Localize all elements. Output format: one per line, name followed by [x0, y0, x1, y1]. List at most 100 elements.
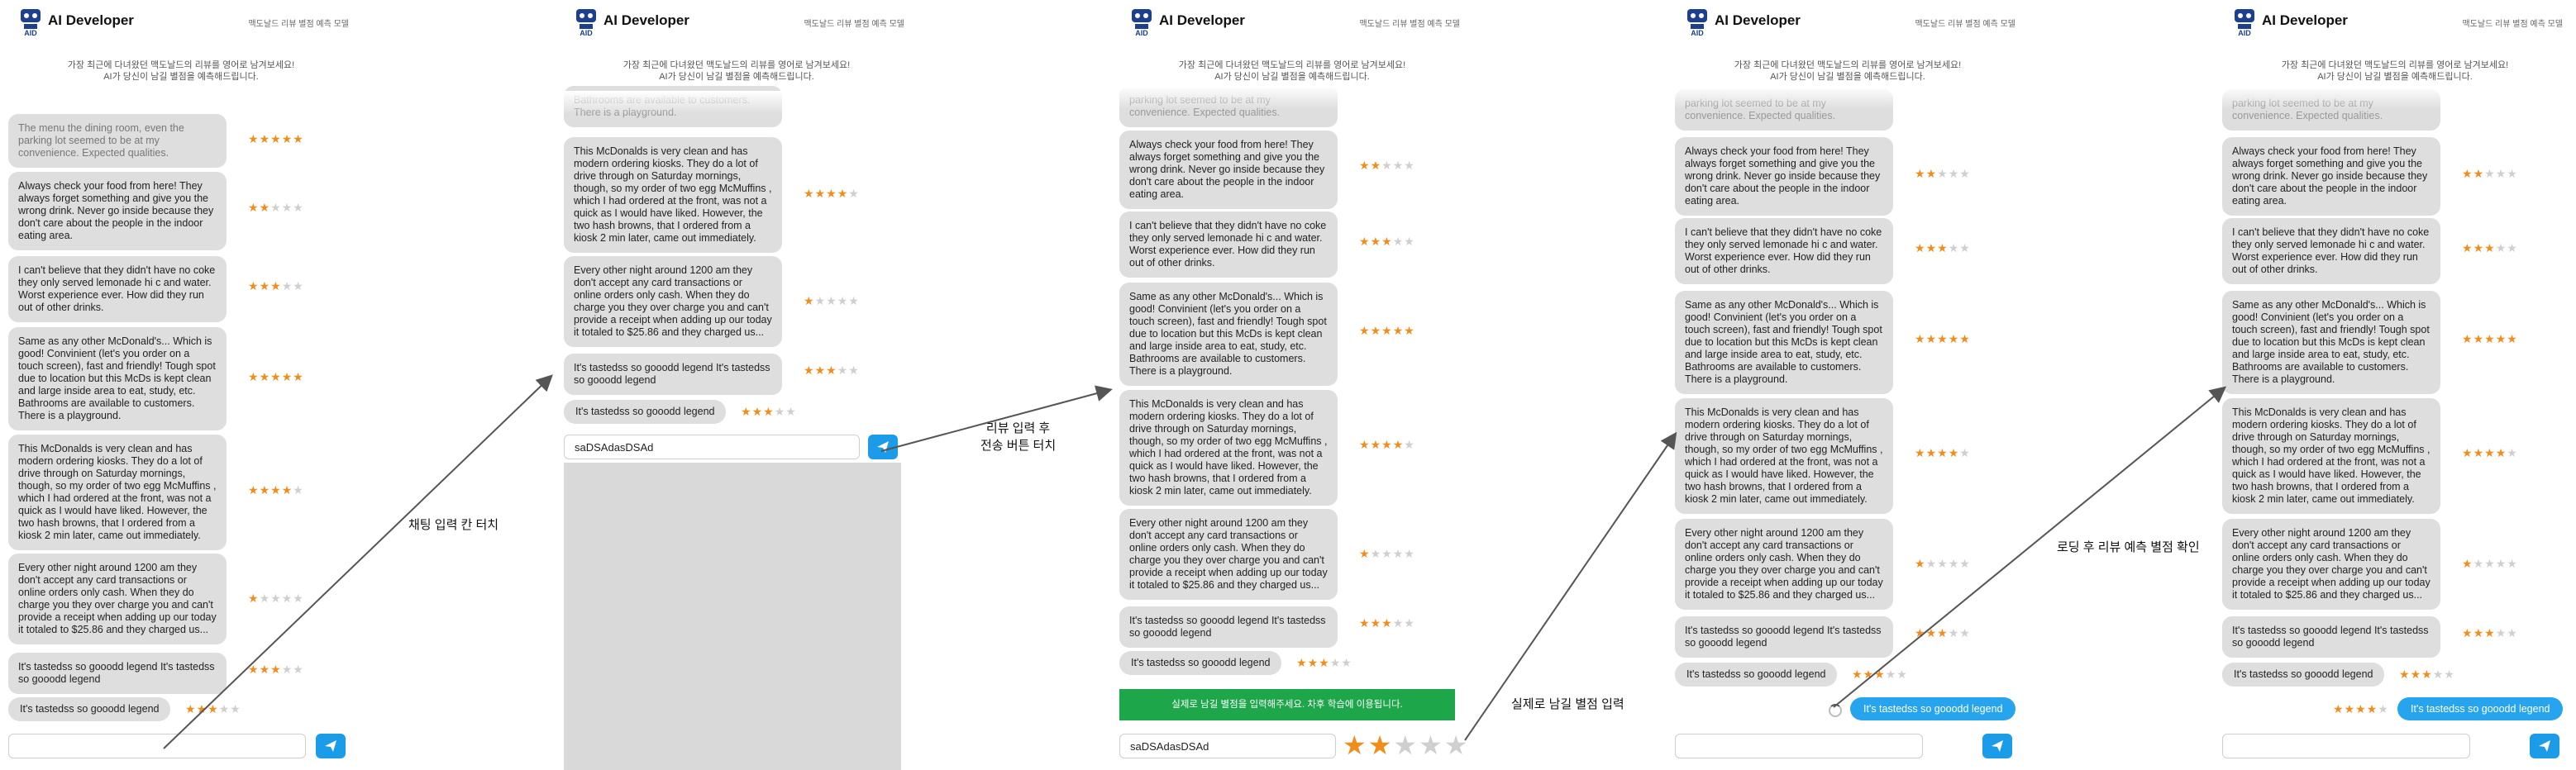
star-filled-icon: ★ [1915, 241, 1926, 254]
svg-text:AID: AID [1691, 29, 1704, 36]
star-filled-icon: ★ [281, 370, 293, 383]
review-bubble: It's tastedss so gooodd legend [8, 697, 171, 721]
svg-text:AID: AID [24, 29, 37, 36]
screen-3: AID AI Developer 맥도날드 리뷰 별점 예측 모델 가장 최근에… [1111, 0, 1473, 770]
star-filled-icon: ★ [1319, 656, 1330, 669]
chat-input[interactable]: saDSAdasDSAd [1119, 734, 1336, 758]
robot-logo-icon: AID [21, 9, 41, 36]
star-filled-icon: ★ [804, 294, 815, 307]
star-rating: ★★★★★ [2462, 446, 2518, 460]
star-empty-icon: ★ [281, 592, 293, 605]
user-star-rating-input[interactable]: ★★★★★ [1343, 732, 1469, 758]
star-filled-icon: ★ [1359, 159, 1371, 172]
chat-input[interactable] [8, 734, 306, 758]
star-empty-icon: ★ [2507, 557, 2518, 570]
review-bubble: I can't believe that they didn't have no… [1119, 212, 1338, 278]
star-empty-icon: ★ [1381, 159, 1393, 172]
star-filled-icon: ★ [2344, 702, 2356, 715]
review-bubble: Every other night around 1200 am they do… [8, 554, 227, 644]
send-button[interactable] [1982, 734, 2012, 758]
chat-input[interactable]: saDSAdasDSAd [564, 435, 860, 459]
screen-5: AID AI Developer 맥도날드 리뷰 별점 예측 모델 가장 최근에… [2214, 0, 2576, 770]
star-filled-icon: ★ [1937, 332, 1949, 345]
star-filled-icon: ★ [1370, 616, 1382, 630]
star-filled-icon: ★ [1915, 626, 1926, 639]
star-filled-icon: ★ [1852, 668, 1863, 681]
intro-text: 가장 최근에 다녀왔던 맥도날드의 리뷰를 영어로 남겨보세요! AI가 당신이 … [1734, 60, 1962, 82]
star-filled-icon: ★ [185, 702, 197, 715]
review-bubble: The menu the dining room, even the parki… [8, 114, 227, 168]
star-empty-icon: ★ [774, 405, 786, 418]
star-rating: ★★★★★ [1359, 616, 1415, 630]
star-filled-icon: ★ [1915, 557, 1926, 570]
star-empty-icon: ★ [293, 663, 304, 676]
star-empty-icon: ★ [2507, 446, 2518, 459]
star-empty-icon: ★ [826, 294, 837, 307]
star-filled-icon: ★ [1370, 159, 1382, 172]
star-filled-icon: ★ [1915, 332, 1926, 345]
star-empty-icon: ★ [281, 279, 293, 292]
send-button[interactable] [316, 734, 346, 758]
star-empty-icon: ★ [1392, 159, 1405, 172]
star-filled-icon: ★ [248, 483, 260, 497]
on-screen-keyboard[interactable] [564, 463, 901, 770]
app-title: AI Developer [1715, 12, 1801, 28]
review-bubble: Always check your food from here! They a… [1119, 131, 1338, 209]
star-filled-icon: ★ [2473, 332, 2485, 345]
app-subtitle: 맥도날드 리뷰 별점 예측 모델 [1359, 20, 1460, 29]
review-bubble: Same as any other McDonald's... Which is… [8, 327, 227, 430]
svg-text:AID: AID [2238, 29, 2251, 36]
star-empty-icon: ★ [2495, 626, 2507, 639]
star-rating: ★★★★★ [2462, 241, 2518, 255]
scroll-fade [556, 91, 918, 114]
star-empty-icon[interactable]: ★ [1444, 730, 1470, 760]
predicted-star-rating: ★★★★★ [2333, 702, 2389, 716]
chat-input[interactable] [2222, 734, 2470, 758]
star-rating: ★★★★★ [185, 702, 241, 716]
review-bubble: Always check your food from here! They a… [8, 172, 227, 250]
star-empty-icon: ★ [1959, 167, 1971, 180]
star-filled-icon: ★ [2399, 668, 2411, 681]
review-bubble: It's tastedss so gooodd legend [1675, 663, 1838, 687]
app-subtitle: 맥도날드 리뷰 별점 예측 모델 [1915, 20, 2015, 29]
review-bubble: I can't believe that they didn't have no… [2222, 218, 2440, 284]
star-filled-icon[interactable]: ★ [1368, 730, 1394, 760]
star-filled-icon: ★ [2473, 167, 2485, 180]
chat-input[interactable] [1675, 734, 1923, 758]
app-header: AID AI Developer 맥도날드 리뷰 별점 예측 모델 [1667, 0, 2029, 41]
star-filled-icon: ★ [270, 483, 282, 497]
star-empty-icon: ★ [1404, 159, 1415, 172]
star-empty-icon: ★ [1948, 557, 1960, 570]
star-filled-icon: ★ [1937, 446, 1949, 459]
star-empty-icon[interactable]: ★ [1419, 730, 1444, 760]
star-empty-icon[interactable]: ★ [1393, 730, 1419, 760]
intro-text: 가장 최근에 다녀왔던 맥도날드의 리뷰를 영어로 남겨보세요! AI가 당신이 … [1178, 60, 1406, 82]
star-filled-icon: ★ [1359, 438, 1371, 451]
app-header: AID AI Developer 맥도날드 리뷰 별점 예측 모델 [0, 0, 362, 41]
star-filled-icon: ★ [2366, 702, 2378, 715]
star-filled-icon: ★ [2473, 241, 2485, 254]
star-filled-icon: ★ [293, 370, 304, 383]
review-bubble: It's tastedss so gooodd legend It's tast… [8, 653, 227, 694]
review-bubble: Same as any other McDonald's... Which is… [1675, 291, 1893, 394]
star-filled-icon: ★ [1948, 446, 1960, 459]
star-filled-icon: ★ [1307, 656, 1319, 669]
star-empty-icon: ★ [1959, 241, 1971, 254]
star-empty-icon: ★ [270, 201, 282, 214]
star-rating: ★★★★★ [2462, 167, 2518, 181]
star-filled-icon: ★ [281, 132, 293, 145]
star-filled-icon: ★ [2410, 668, 2422, 681]
star-filled-icon[interactable]: ★ [1343, 730, 1368, 760]
star-empty-icon: ★ [1370, 547, 1382, 560]
star-rating: ★★★★★ [1915, 167, 1971, 181]
star-filled-icon: ★ [1863, 668, 1875, 681]
star-empty-icon: ★ [1948, 626, 1960, 639]
star-filled-icon: ★ [1296, 656, 1308, 669]
review-bubble: This McDonalds is very clean and has mod… [8, 435, 227, 550]
star-filled-icon: ★ [804, 364, 815, 377]
star-empty-icon: ★ [1959, 626, 1971, 639]
send-button[interactable] [868, 435, 898, 459]
app-header: AID AI Developer 맥도날드 리뷰 별점 예측 모델 [2214, 0, 2576, 41]
star-filled-icon: ★ [1925, 167, 1938, 180]
send-button[interactable] [2530, 734, 2559, 758]
